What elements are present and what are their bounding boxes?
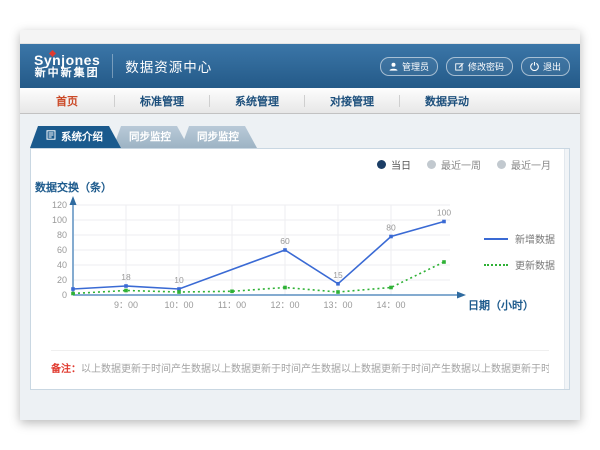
legend-new-data-label: 新增数据 [515,231,555,246]
solid-line-swatch-icon [484,238,508,240]
svg-text:15: 15 [333,270,343,280]
legend-item-new-data[interactable]: 新增数据 [484,231,555,246]
svg-text:数据交换（条）: 数据交换（条） [35,180,112,194]
svg-text:10: 10 [174,275,184,285]
svg-text:9：00: 9：00 [114,300,138,310]
radio-unselected-icon [427,160,436,169]
logo-company-text: 新中新集团 [34,68,100,80]
svg-text:60: 60 [57,245,67,255]
svg-text:120: 120 [52,200,67,210]
footnote-prefix: 备注： [51,364,81,375]
edit-icon [455,62,464,71]
svg-text:13：00: 13：00 [323,300,352,310]
filter-last-month-label: 最近一月 [511,157,551,172]
admin-user-label: 管理员 [402,60,429,73]
logo-brand-text: Synjones [34,53,100,68]
chart-area: 0 20 40 60 80 100 120 9：00 10：00 11：00 12：00 13：00 1… [33,179,543,342]
svg-text:18: 18 [121,272,131,282]
nav-item-system-mgmt[interactable]: 系统管理 [210,93,304,109]
chart-legend: 新增数据 更新数据 [484,231,555,272]
tab-system-intro-label: 系统介绍 [61,126,103,148]
svg-text:40: 40 [57,260,67,270]
power-icon [530,62,539,71]
tab-sync-monitor-2-label: 同步监控 [197,126,239,148]
time-range-filters: 当日 最近一周 最近一月 [377,157,551,172]
filter-last-week[interactable]: 最近一周 [427,157,481,172]
svg-text:11：00: 11：00 [218,300,246,310]
change-password-button[interactable]: 修改密码 [446,57,513,76]
legend-item-update-data[interactable]: 更新数据 [484,257,555,272]
app-window: Synjones 新中新集团 数据资源中心 管理员 修改密码 [20,30,580,420]
legend-update-data-label: 更新数据 [515,257,555,272]
admin-user-button[interactable]: 管理员 [380,57,438,76]
filter-last-month[interactable]: 最近一月 [497,157,551,172]
tab-system-intro[interactable]: 系统介绍 [30,126,121,148]
radio-unselected-icon [497,160,506,169]
tab-sync-monitor-1[interactable]: 同步监控 [113,126,189,148]
document-icon [46,126,56,148]
svg-text:日期（小时）: 日期（小时） [468,298,534,312]
nav-item-home[interactable]: 首页 [20,93,114,109]
tab-bar: 系统介绍 同步监控 同步监控 [30,126,580,148]
nav-item-data-change[interactable]: 数据异动 [400,93,494,109]
header-divider [112,54,113,78]
svg-text:10：00: 10：00 [164,300,193,310]
svg-text:0: 0 [62,290,67,300]
svg-text:80: 80 [57,230,67,240]
nav-item-interface-mgmt[interactable]: 对接管理 [305,93,399,109]
main-nav: 首页 标准管理 系统管理 对接管理 数据异动 [20,88,580,114]
line-chart: 0 20 40 60 80 100 120 9：00 10：00 11：00 12：00 13：00 1… [33,179,543,337]
svg-text:100: 100 [52,215,67,225]
radio-selected-icon [377,160,386,169]
logout-button[interactable]: 退出 [521,57,570,76]
panel-scrollbar[interactable] [564,149,569,389]
header-actions: 管理员 修改密码 退出 [380,44,570,88]
company-logo: Synjones 新中新集团 [34,53,100,79]
app-header: Synjones 新中新集团 数据资源中心 管理员 修改密码 [20,44,580,88]
tab-sync-monitor-2[interactable]: 同步监控 [181,126,257,148]
tab-sync-monitor-1-label: 同步监控 [129,126,171,148]
svg-text:12：00: 12：00 [270,300,299,310]
filter-last-week-label: 最近一周 [441,157,481,172]
footnote-text: 以上数据更新于时间产生数据以上数据更新于时间产生数据以上数据更新于时间产生数据以… [81,364,549,375]
nav-item-standard-mgmt[interactable]: 标准管理 [115,93,209,109]
logout-label: 退出 [543,60,561,73]
change-password-label: 修改密码 [468,60,504,73]
user-icon [389,62,398,71]
svg-text:80: 80 [386,223,396,233]
svg-text:100: 100 [437,208,451,218]
dotted-line-swatch-icon [484,264,508,266]
content-panel: 当日 最近一周 最近一月 0 20 40 60 80 100 120 9：00 10：00 11：… [30,148,570,390]
filter-today[interactable]: 当日 [377,157,411,172]
svg-text:20: 20 [57,275,67,285]
svg-text:14：00: 14：00 [376,300,405,310]
svg-text:60: 60 [280,236,290,246]
footnote: 备注：以上数据更新于时间产生数据以上数据更新于时间产生数据以上数据更新于时间产生… [51,350,549,375]
window-top-strip [20,30,580,44]
page-title: 数据资源中心 [125,56,212,76]
filter-today-label: 当日 [391,157,411,172]
